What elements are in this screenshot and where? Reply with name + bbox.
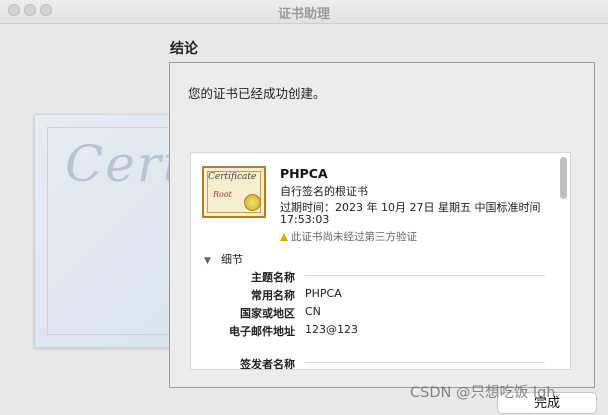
certificate-expiry-time: 17:53:03 [280, 213, 330, 226]
certificate-type: 自行签名的根证书 [280, 185, 368, 198]
certificate-icon-text: Certificate [208, 172, 257, 182]
certificate-detail-view[interactable]: Certificate Root PHPCA 自行签名的根证书 过期时间：202… [190, 152, 571, 370]
detail-label-email: 电子邮件地址 [229, 325, 295, 338]
issuer-name-header: 签发者名称 [240, 358, 295, 370]
detail-value-country: CN [305, 305, 321, 318]
verification-warning-text: 此证书尚未经过第三方验证 [291, 231, 417, 243]
title-bar: 证书助理 [0, 0, 608, 24]
detail-scrollbar[interactable] [560, 157, 567, 199]
detail-value-email: 123@123 [305, 323, 358, 336]
detail-label-common-name: 常用名称 [251, 289, 295, 302]
detail-label-country: 国家或地区 [240, 307, 295, 320]
details-disclosure[interactable]: ▼ 细节 [204, 251, 243, 267]
detail-value-common-name: PHPCA [305, 287, 342, 300]
details-disclosure-label: 细节 [221, 253, 243, 266]
subject-divider [305, 275, 545, 276]
issuer-divider [305, 362, 545, 363]
certificate-name: PHPCA [280, 166, 328, 181]
section-title: 结论 [170, 41, 198, 57]
certificate-icon-subtext: Root [213, 190, 232, 199]
chevron-down-icon: ▼ [204, 256, 211, 266]
subject-name-header: 主题名称 [251, 271, 295, 284]
window-title: 证书助理 [277, 7, 330, 22]
result-panel: 您的证书已经成功创建。 Certificate Root PHPCA 自行签名的… [169, 62, 595, 388]
certificate-icon: Certificate Root [202, 166, 266, 218]
success-message: 您的证书已经成功创建。 [188, 86, 326, 101]
warning-icon [280, 233, 288, 241]
watermark: CSDN @只想吃饭 lqh [410, 385, 556, 401]
verification-warning: 此证书尚未经过第三方验证 [280, 229, 417, 244]
seal-icon [244, 194, 261, 211]
